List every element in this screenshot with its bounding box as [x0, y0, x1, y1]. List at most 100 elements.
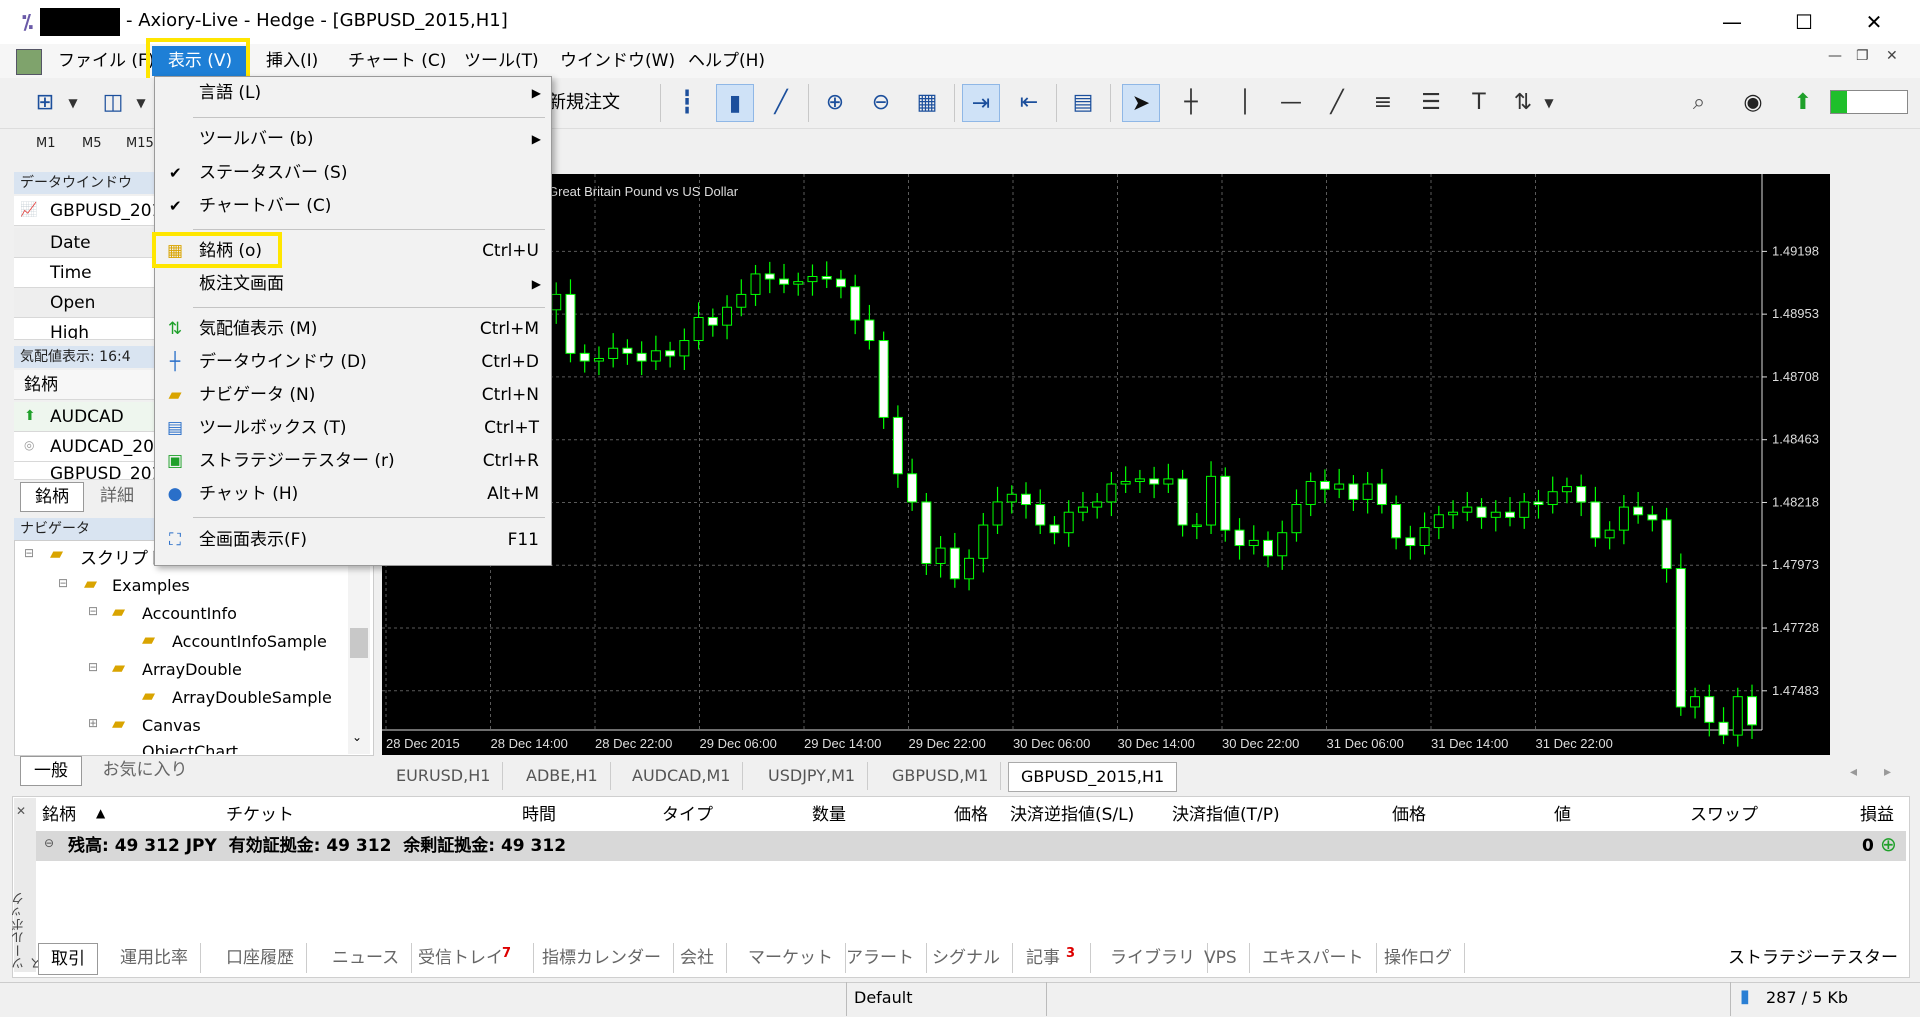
tab-journal[interactable]: 操作ログ: [1372, 943, 1465, 973]
tab-symbols[interactable]: 銘柄: [20, 482, 84, 512]
chart-tab[interactable]: AUDCAD,M1: [620, 762, 744, 790]
zoom-in-icon[interactable]: ⊕: [816, 84, 854, 122]
market-row[interactable]: AUDCAD_20: [14, 432, 154, 462]
line-chart-icon[interactable]: ╱: [762, 84, 800, 122]
col-sl[interactable]: 決済逆指値(S/L): [1010, 800, 1134, 830]
child-window-icon[interactable]: [16, 49, 42, 75]
tab-alerts[interactable]: アラート: [834, 943, 927, 973]
tab-signals[interactable]: シグナル: [920, 943, 1013, 973]
mdi-restore-icon[interactable]: ❐: [1856, 48, 1869, 64]
horizontal-line-icon[interactable]: —: [1272, 84, 1310, 122]
menu-insert[interactable]: 挿入(I): [266, 44, 318, 78]
col-value[interactable]: 値: [1554, 800, 1571, 830]
col-type[interactable]: タイプ: [662, 800, 713, 830]
account-icon[interactable]: ◉: [1734, 84, 1772, 122]
tab-company[interactable]: 会社: [668, 943, 727, 973]
fibonacci-icon[interactable]: ≡: [1364, 84, 1402, 122]
text-icon[interactable]: T: [1460, 84, 1498, 122]
collapse-icon[interactable]: ⊟: [58, 576, 68, 590]
new-order-button[interactable]: 新規注文: [548, 84, 620, 122]
col-symbol[interactable]: 銘柄: [42, 800, 76, 830]
menu-item-toolbars[interactable]: ツールバー (b) ▶: [155, 123, 551, 156]
tab-details[interactable]: 詳細: [86, 482, 148, 510]
menu-chart[interactable]: チャート (C): [348, 44, 446, 78]
menu-item-language[interactable]: 言語 (L) ▶: [155, 77, 551, 110]
tree-item-accountinfo[interactable]: AccountInfo: [142, 604, 237, 623]
menu-help[interactable]: ヘルプ(H): [688, 44, 765, 78]
tree-item-objectchart[interactable]: ObjectChart: [142, 742, 238, 754]
chart-tab[interactable]: ADBE,H1: [514, 762, 611, 790]
menu-file[interactable]: ファイル (F): [58, 44, 154, 78]
new-chart-icon[interactable]: ⊞: [26, 84, 64, 122]
autoscroll-icon[interactable]: ⇥: [962, 84, 1000, 122]
crosshair-icon[interactable]: ┼: [1172, 84, 1210, 122]
col-ticket[interactable]: チケット: [226, 800, 294, 830]
menu-item-depth-of-market[interactable]: 板注文画面 ▶: [155, 268, 551, 301]
templates-icon[interactable]: ▤: [1064, 84, 1102, 122]
tree-item-canvas[interactable]: Canvas: [142, 716, 201, 735]
close-icon[interactable]: ✕: [16, 804, 26, 818]
col-volume[interactable]: 数量: [812, 800, 846, 830]
profiles-icon[interactable]: ◫: [94, 84, 132, 122]
lvl-icon[interactable]: ⬆: [1784, 84, 1822, 122]
arrows-icon[interactable]: ⇅: [1504, 84, 1542, 122]
tab-experts[interactable]: エキスパート: [1250, 943, 1377, 973]
col-time[interactable]: 時間: [522, 800, 556, 830]
mdi-close-icon[interactable]: ✕: [1886, 48, 1898, 64]
menu-item-navigator[interactable]: ▰ ナビゲータ (N) Ctrl+N: [155, 379, 551, 412]
tree-item-accountinfosample[interactable]: AccountInfoSample: [172, 632, 327, 651]
col-price2[interactable]: 価格: [1392, 800, 1426, 830]
tab-articles[interactable]: 記事: [1014, 943, 1091, 973]
tree-item-scripts[interactable]: スクリプト: [80, 544, 165, 569]
tab-mailbox[interactable]: 受信トレイ: [406, 943, 534, 973]
collapse-icon[interactable]: ⊟: [88, 604, 98, 618]
chevron-down-icon[interactable]: ▼: [134, 84, 148, 122]
tab-trade[interactable]: 取引: [38, 943, 98, 975]
candlestick-icon[interactable]: ▮: [716, 84, 754, 122]
tree-item-arraydouble[interactable]: ArrayDouble: [142, 660, 242, 679]
col-profit[interactable]: 損益: [1860, 800, 1894, 830]
timeframe-m5[interactable]: M5: [82, 136, 102, 151]
timeframe-m1[interactable]: M1: [36, 136, 56, 151]
menu-item-fullscreen[interactable]: ⛶ 全画面表示(F) F11: [155, 524, 551, 557]
menu-item-strategy-tester[interactable]: ▣ ストラテジーテスター (r) Ctrl+R: [155, 445, 551, 478]
tree-item-examples[interactable]: Examples: [112, 576, 190, 595]
cursor-icon[interactable]: ➤: [1122, 84, 1160, 122]
chevron-down-icon[interactable]: ▼: [1542, 84, 1556, 122]
menu-window[interactable]: ウインドウ(W): [560, 44, 675, 78]
tab-vps[interactable]: VPS: [1192, 943, 1250, 973]
channels-icon[interactable]: ☰: [1412, 84, 1450, 122]
add-icon[interactable]: ⊕: [1880, 832, 1897, 856]
menu-item-chartbar[interactable]: ✔ チャートバー (C): [155, 190, 551, 223]
chevron-down-icon[interactable]: ▼: [66, 84, 80, 122]
chart-tab[interactable]: EURUSD,H1: [384, 762, 504, 790]
tab-history[interactable]: 口座履歴: [214, 943, 307, 973]
tree-item-arraydoublesample[interactable]: ArrayDoubleSample: [172, 688, 332, 707]
timeframe-m15[interactable]: M15: [126, 136, 154, 151]
menu-item-data-window[interactable]: ┼ データウインドウ (D) Ctrl+D: [155, 346, 551, 379]
tab-exposure[interactable]: 運用比率: [108, 943, 201, 973]
chart-tab[interactable]: GBPUSD,M1: [880, 762, 1002, 790]
trend-line-icon[interactable]: ╱: [1318, 84, 1356, 122]
search-icon[interactable]: ⌕: [1680, 84, 1718, 122]
bar-chart-icon[interactable]: ┇: [668, 84, 706, 122]
grid-icon[interactable]: ▦: [908, 84, 946, 122]
zoom-out-icon[interactable]: ⊖: [862, 84, 900, 122]
tab-market[interactable]: マーケット: [736, 943, 846, 973]
market-row[interactable]: GBPUSD_201: [14, 462, 154, 480]
menu-item-statusbar[interactable]: ✔ ステータスバー (S): [155, 157, 551, 190]
scrollbar-thumb[interactable]: [350, 628, 368, 658]
market-watch-header[interactable]: 銘柄: [14, 370, 154, 400]
expand-icon[interactable]: ⊞: [88, 716, 98, 730]
minimize-button[interactable]: —: [1704, 6, 1760, 38]
close-button[interactable]: ✕: [1846, 6, 1902, 38]
strategy-tester-tab[interactable]: ストラテジーテスター: [1728, 943, 1898, 973]
chart-tab[interactable]: USDJPY,M1: [756, 762, 869, 790]
menu-tools[interactable]: ツール(T): [464, 44, 539, 78]
tab-scroll-left-icon[interactable]: ◂: [1850, 764, 1857, 780]
menu-item-chat[interactable]: ● チャット (H) Alt+M: [155, 478, 551, 511]
collapse-icon[interactable]: ⊟: [24, 546, 34, 560]
tab-scroll-right-icon[interactable]: ▸: [1884, 764, 1891, 780]
menu-item-toolbox[interactable]: ▤ ツールボックス (T) Ctrl+T: [155, 412, 551, 445]
chart-shift-icon[interactable]: ⇤: [1010, 84, 1048, 122]
